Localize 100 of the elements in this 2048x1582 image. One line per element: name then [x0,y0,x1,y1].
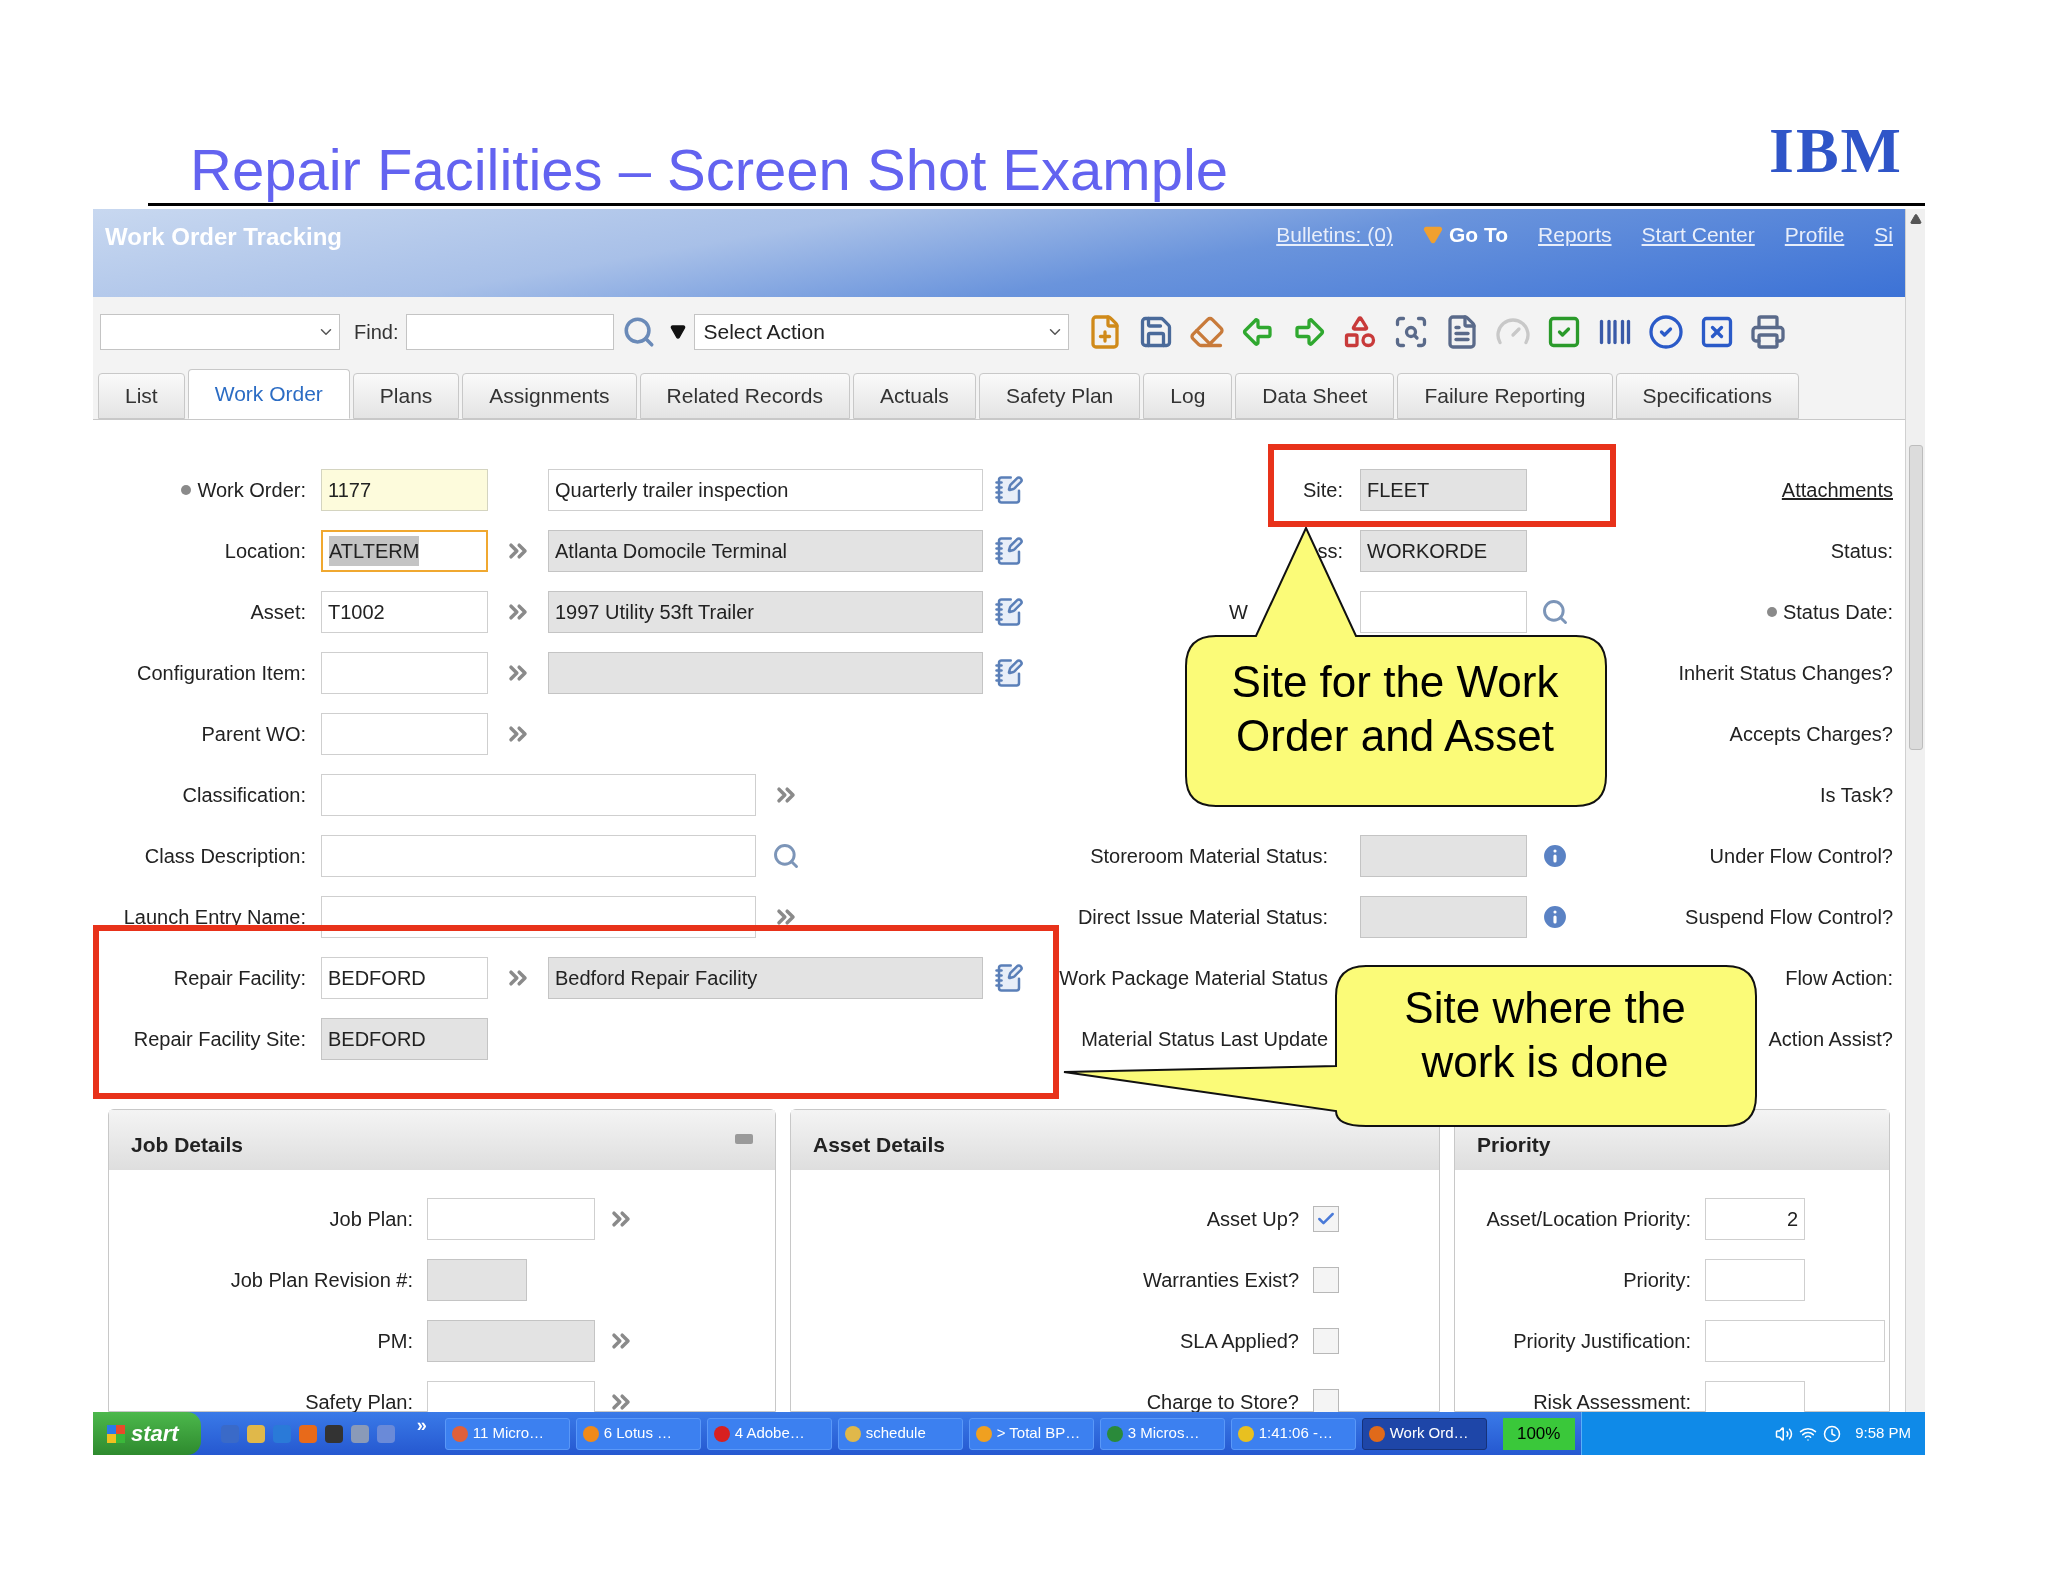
search-icon[interactable] [622,315,657,349]
callout-text: Site for the Work Order and Asset [1230,656,1560,762]
field-label: Flow Action: [1785,965,1893,991]
detail-menu-icon[interactable] [994,962,1024,993]
dropdown-icon[interactable] [670,324,687,340]
input-field[interactable] [321,773,756,816]
taskbar-button[interactable]: 11 Micro… [444,1417,570,1450]
taskbar-button[interactable]: 3 Micros… [1099,1417,1225,1450]
input-field[interactable]: 1177 [321,468,488,511]
callout-text: Site where the work is done [1403,982,1687,1088]
input-field[interactable] [427,1197,595,1240]
input-field[interactable]: T1002 [321,590,488,633]
field-label: Repair Facility Site: [133,1026,306,1052]
input-field[interactable]: Bedford Repair Facility [548,956,983,999]
taskbar-button[interactable]: 1:41:06 -… [1230,1417,1356,1450]
tab[interactable]: Safety Plan [978,373,1141,419]
input-field[interactable]: Quarterly trailer inspection [548,468,983,511]
input-field[interactable] [321,712,488,755]
field-label: Site: [1302,477,1343,503]
app-icon [1106,1425,1123,1442]
taskbar-button[interactable]: 6 Lotus … [575,1417,701,1450]
taskbar-button[interactable]: > Total BP… [968,1417,1094,1450]
tab[interactable]: Specifications [1615,373,1800,419]
find-label: Find: [354,320,399,345]
eraser-icon[interactable] [1189,314,1226,350]
attachments-link[interactable]: Attachments [1781,474,1893,505]
tab[interactable]: Related Records [639,373,850,419]
quick-launch-icon[interactable] [298,1424,317,1443]
detail-menu-icon[interactable] [994,596,1024,627]
input-field[interactable]: FLEET [1360,468,1527,511]
tab[interactable]: Actuals [853,373,976,419]
input-field[interactable] [1705,1258,1805,1301]
input-field[interactable] [1705,1319,1885,1362]
input-field[interactable] [1360,590,1527,633]
check-circle-icon[interactable] [1648,314,1685,350]
tab[interactable]: Plans [352,373,460,419]
select-action-dropdown[interactable]: Select Action [694,314,1070,350]
checkbox[interactable] [1313,1205,1339,1232]
field-label: Work Order: [197,477,306,503]
detail-menu-icon[interactable] [994,474,1024,505]
print-preview-icon[interactable] [1750,314,1787,350]
dropdown-field[interactable] [100,314,340,350]
tab[interactable]: Log [1143,373,1233,419]
dropdown-icon [1422,224,1443,245]
taskbar-button[interactable]: schedule [837,1417,963,1450]
detail-menu-icon[interactable] [994,657,1024,688]
scrollbar-thumb[interactable] [1908,445,1923,750]
input-field[interactable] [1705,1380,1805,1412]
detail-menu-icon[interactable] [994,535,1024,566]
app-title: Work Order Tracking [105,222,342,252]
field-label: Suspend Flow Control? [1685,904,1893,930]
input-field[interactable]: 2 [1705,1197,1805,1240]
more-quick-launch[interactable]: » [416,1412,427,1439]
checkbox[interactable] [1313,1266,1339,1293]
app-icon [713,1425,730,1442]
field-label: Priority Justification: [1513,1328,1691,1354]
tab[interactable]: Data Sheet [1235,373,1395,419]
scroll-up-icon[interactable] [1909,213,1922,225]
input-field[interactable] [321,651,488,694]
clock-icon[interactable] [1823,1424,1842,1443]
app-icon [1368,1425,1385,1442]
quick-launch-icon[interactable] [246,1424,265,1443]
field-label: Parent WO: [201,721,306,747]
input-field[interactable] [321,834,756,877]
tab[interactable]: Assignments [462,373,637,419]
tab[interactable]: List [98,373,185,419]
search-icon[interactable] [1540,597,1569,626]
field-label: Asset Up? [1206,1206,1299,1232]
quick-launch-icon[interactable] [376,1424,395,1443]
taskbar-button[interactable]: 4 Adobe… [706,1417,832,1450]
tab[interactable]: Work Order [187,369,350,419]
input-field[interactable] [427,1380,595,1412]
input-field[interactable]: BEDFORD [321,1017,488,1060]
quick-launch-icon[interactable] [350,1424,369,1443]
input-field[interactable]: Atlanta Domocile Terminal [548,529,983,572]
checkbox[interactable] [1313,1388,1339,1412]
checkbox[interactable] [1313,1327,1339,1354]
input-field[interactable]: 1997 Utility 53ft Trailer [548,590,983,633]
input-field[interactable] [1360,834,1527,877]
taskbar-button[interactable]: Work Ord… [1361,1417,1487,1450]
input-field[interactable] [427,1319,595,1362]
input-field[interactable] [548,651,983,694]
search-icon[interactable] [772,841,800,870]
find-field[interactable] [406,314,615,350]
field-label: Storeroom Material Status: [1090,843,1328,869]
field-label: Location: [224,538,306,564]
input-field[interactable] [427,1258,527,1301]
input-field[interactable]: ATLTERM [321,529,488,572]
tab[interactable]: Failure Reporting [1397,373,1613,419]
field-label: Accepts Charges? [1729,721,1893,747]
field-label: Launch Entry Name: [123,904,306,930]
scrollbar[interactable] [1905,209,1925,1412]
input-field[interactable]: BEDFORD [321,956,488,999]
quick-launch-icon[interactable] [324,1424,343,1443]
clock: 9:58 PM [1855,1423,1911,1444]
speaker-icon[interactable] [1775,1424,1794,1443]
input-field[interactable]: WORKORDE [1360,529,1527,572]
field-label: Work Package Material Status [1059,965,1328,991]
input-field[interactable] [1360,895,1527,938]
field-label: Priority: [1623,1267,1691,1293]
